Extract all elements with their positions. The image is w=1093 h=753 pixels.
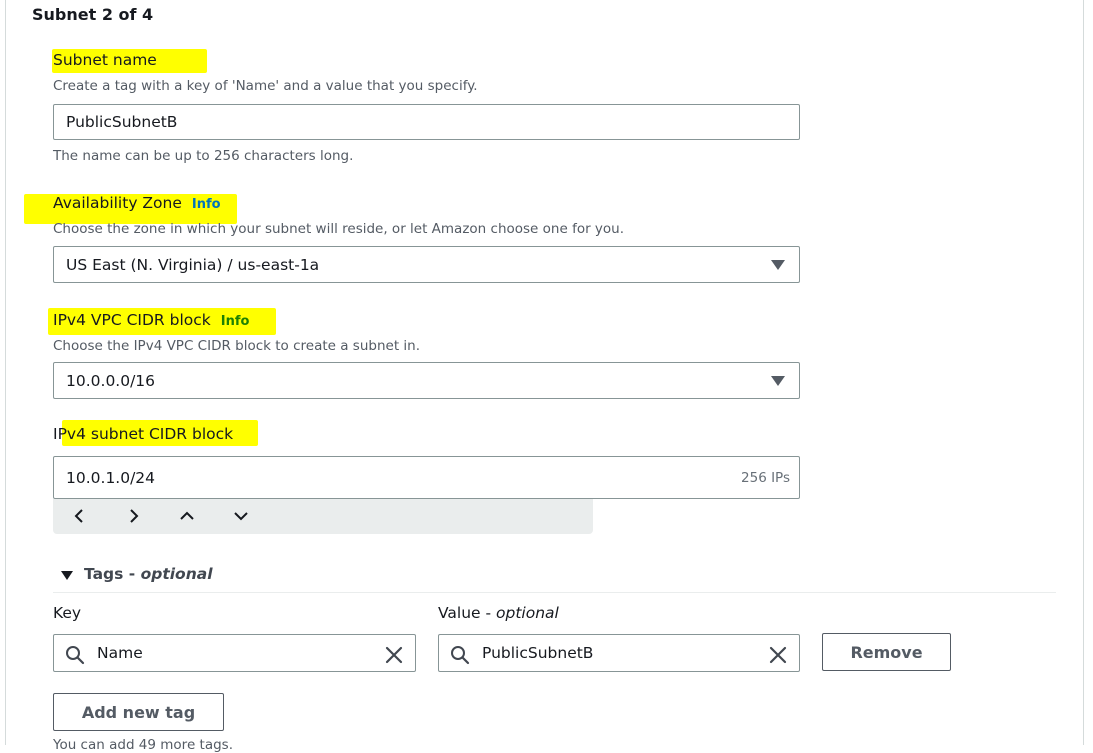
ipv4-vpc-cidr-label: IPv4 VPC CIDR block Info	[53, 311, 249, 329]
ipv4-subnet-cidr-input[interactable]: 10.0.1.0/24 256 IPs	[53, 456, 800, 499]
ipv4-vpc-cidr-info-link[interactable]: Info	[221, 314, 250, 329]
tag-value-label-text: Value -	[438, 604, 497, 622]
ipv4-vpc-cidr-select[interactable]: 10.0.0.0/16	[53, 362, 800, 399]
subnet-name-hint: The name can be up to 256 characters lon…	[53, 148, 354, 164]
ipv4-vpc-cidr-description: Choose the IPv4 VPC CIDR block to create…	[53, 338, 421, 354]
availability-zone-label: Availability Zone Info	[53, 194, 221, 212]
caret-down-icon	[771, 375, 785, 386]
tags-remaining-note: You can add 49 more tags.	[53, 737, 233, 753]
subnet-name-label: Subnet name	[53, 51, 157, 69]
close-icon[interactable]	[384, 645, 404, 665]
tag-key-value: Name	[97, 644, 143, 662]
panel-border-left	[5, 0, 6, 745]
chevron-up-icon[interactable]	[178, 507, 196, 525]
tag-value-label: Value - optional	[438, 604, 559, 622]
search-icon	[66, 646, 85, 665]
tag-key-input[interactable]: Name	[53, 634, 416, 672]
cidr-stepper	[53, 499, 593, 534]
subnet-name-input[interactable]: PublicSubnetB	[53, 104, 800, 140]
chevron-down-icon[interactable]	[232, 507, 250, 525]
tag-value-label-optional: optional	[496, 604, 559, 622]
subnet-heading: Subnet 2 of 4	[32, 5, 154, 24]
availability-zone-label-text: Availability Zone	[53, 194, 182, 212]
ipv4-subnet-cidr-label: IPv4 subnet CIDR block	[53, 425, 234, 443]
tag-value-input[interactable]: PublicSubnetB	[438, 634, 800, 672]
remove-tag-button[interactable]: Remove	[822, 633, 951, 671]
chevron-left-icon[interactable]	[71, 507, 89, 525]
availability-zone-value: US East (N. Virginia) / us-east-1a	[66, 255, 320, 274]
subnet-name-description: Create a tag with a key of 'Name' and a …	[53, 78, 478, 94]
ipv4-vpc-cidr-label-text: IPv4 VPC CIDR block	[53, 311, 211, 329]
ipv4-subnet-cidr-value: 10.0.1.0/24	[66, 468, 156, 487]
search-icon	[451, 646, 470, 665]
tag-key-label: Key	[53, 604, 82, 622]
panel-border-right	[1083, 0, 1084, 745]
add-new-tag-button[interactable]: Add new tag	[53, 693, 224, 731]
tags-divider	[53, 592, 1056, 593]
tags-expand-icon[interactable]	[61, 571, 73, 580]
tags-title-text: Tags -	[84, 565, 141, 583]
availability-zone-select[interactable]: US East (N. Virginia) / us-east-1a	[53, 246, 800, 283]
ip-count-label: 256 IPs	[741, 469, 790, 486]
chevron-right-icon[interactable]	[124, 507, 142, 525]
tags-section-toggle[interactable]: Tags - optional	[84, 565, 213, 583]
tag-value-value: PublicSubnetB	[482, 644, 594, 662]
caret-down-icon	[771, 259, 785, 270]
subnet-name-value: PublicSubnetB	[66, 113, 178, 131]
availability-zone-info-link[interactable]: Info	[192, 197, 221, 212]
tags-title-optional: optional	[140, 565, 213, 583]
close-icon[interactable]	[768, 645, 788, 665]
ipv4-vpc-cidr-value: 10.0.0.0/16	[66, 371, 156, 390]
availability-zone-description: Choose the zone in which your subnet wil…	[53, 221, 625, 237]
